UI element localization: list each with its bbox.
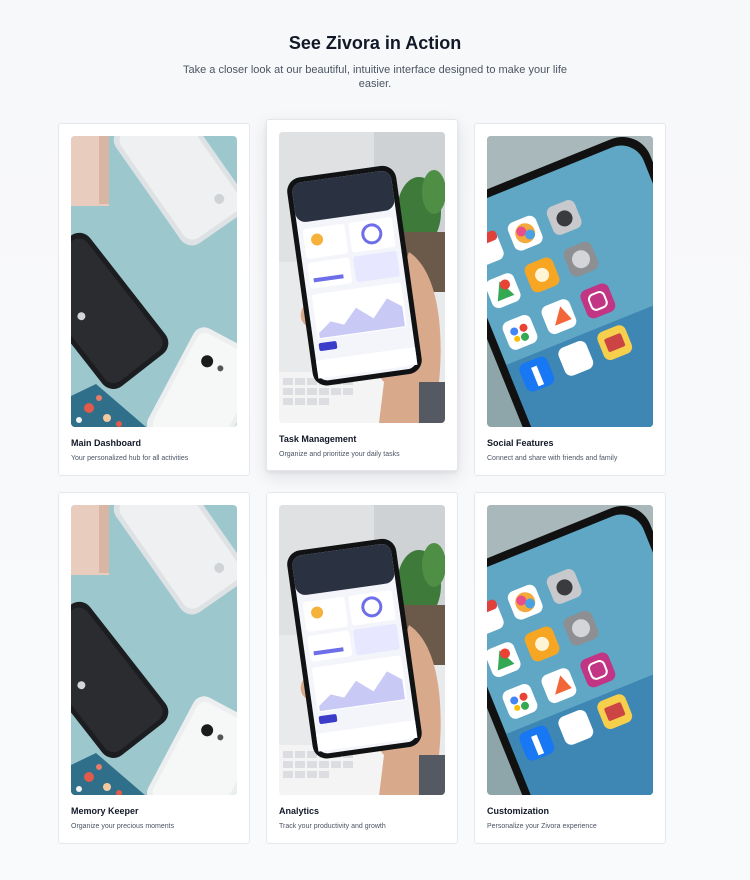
card-description: Your personalized hub for all activities xyxy=(71,455,189,462)
screenshot-card-main-dashboard[interactable]: Main Dashboard Your personalized hub for… xyxy=(58,123,250,476)
card-description: Personalize your Zivora experience xyxy=(487,823,597,830)
card-title: Memory Keeper xyxy=(71,806,139,816)
screenshot-card-task-management[interactable]: Task Management Organize and prioritize … xyxy=(266,119,458,471)
card-description: Connect and share with friends and famil… xyxy=(487,455,618,462)
screenshot-card-customization[interactable]: Customization Personalize your Zivora ex… xyxy=(474,492,666,844)
section-subtitle: Take a closer look at our beautiful, int… xyxy=(183,64,567,90)
screenshot-card-social-features[interactable]: Social Features Connect and share with f… xyxy=(474,123,666,476)
ios-home-screen-image xyxy=(487,136,653,427)
screenshot-card-memory-keeper[interactable]: Memory Keeper Organize your precious mom… xyxy=(58,492,250,844)
card-title: Analytics xyxy=(279,806,320,816)
card-title: Customization xyxy=(487,806,549,816)
card-description: Organize your precious moments xyxy=(71,823,175,830)
section-title: See Zivora in Action xyxy=(288,33,462,53)
hand-holding-phone-image xyxy=(279,505,445,795)
screenshot-card-analytics[interactable]: Analytics Track your productivity and gr… xyxy=(266,492,458,844)
card-title: Task Management xyxy=(279,434,357,444)
phones-flatlay-image xyxy=(71,505,237,795)
card-description: Organize and prioritize your daily tasks xyxy=(279,451,400,458)
card-description: Track your productivity and growth xyxy=(279,823,386,830)
hand-holding-phone-image xyxy=(279,132,445,423)
ios-home-screen-image xyxy=(487,505,653,795)
card-title: Main Dashboard xyxy=(71,438,142,448)
phones-flatlay-image xyxy=(71,136,237,427)
card-title: Social Features xyxy=(487,438,554,448)
